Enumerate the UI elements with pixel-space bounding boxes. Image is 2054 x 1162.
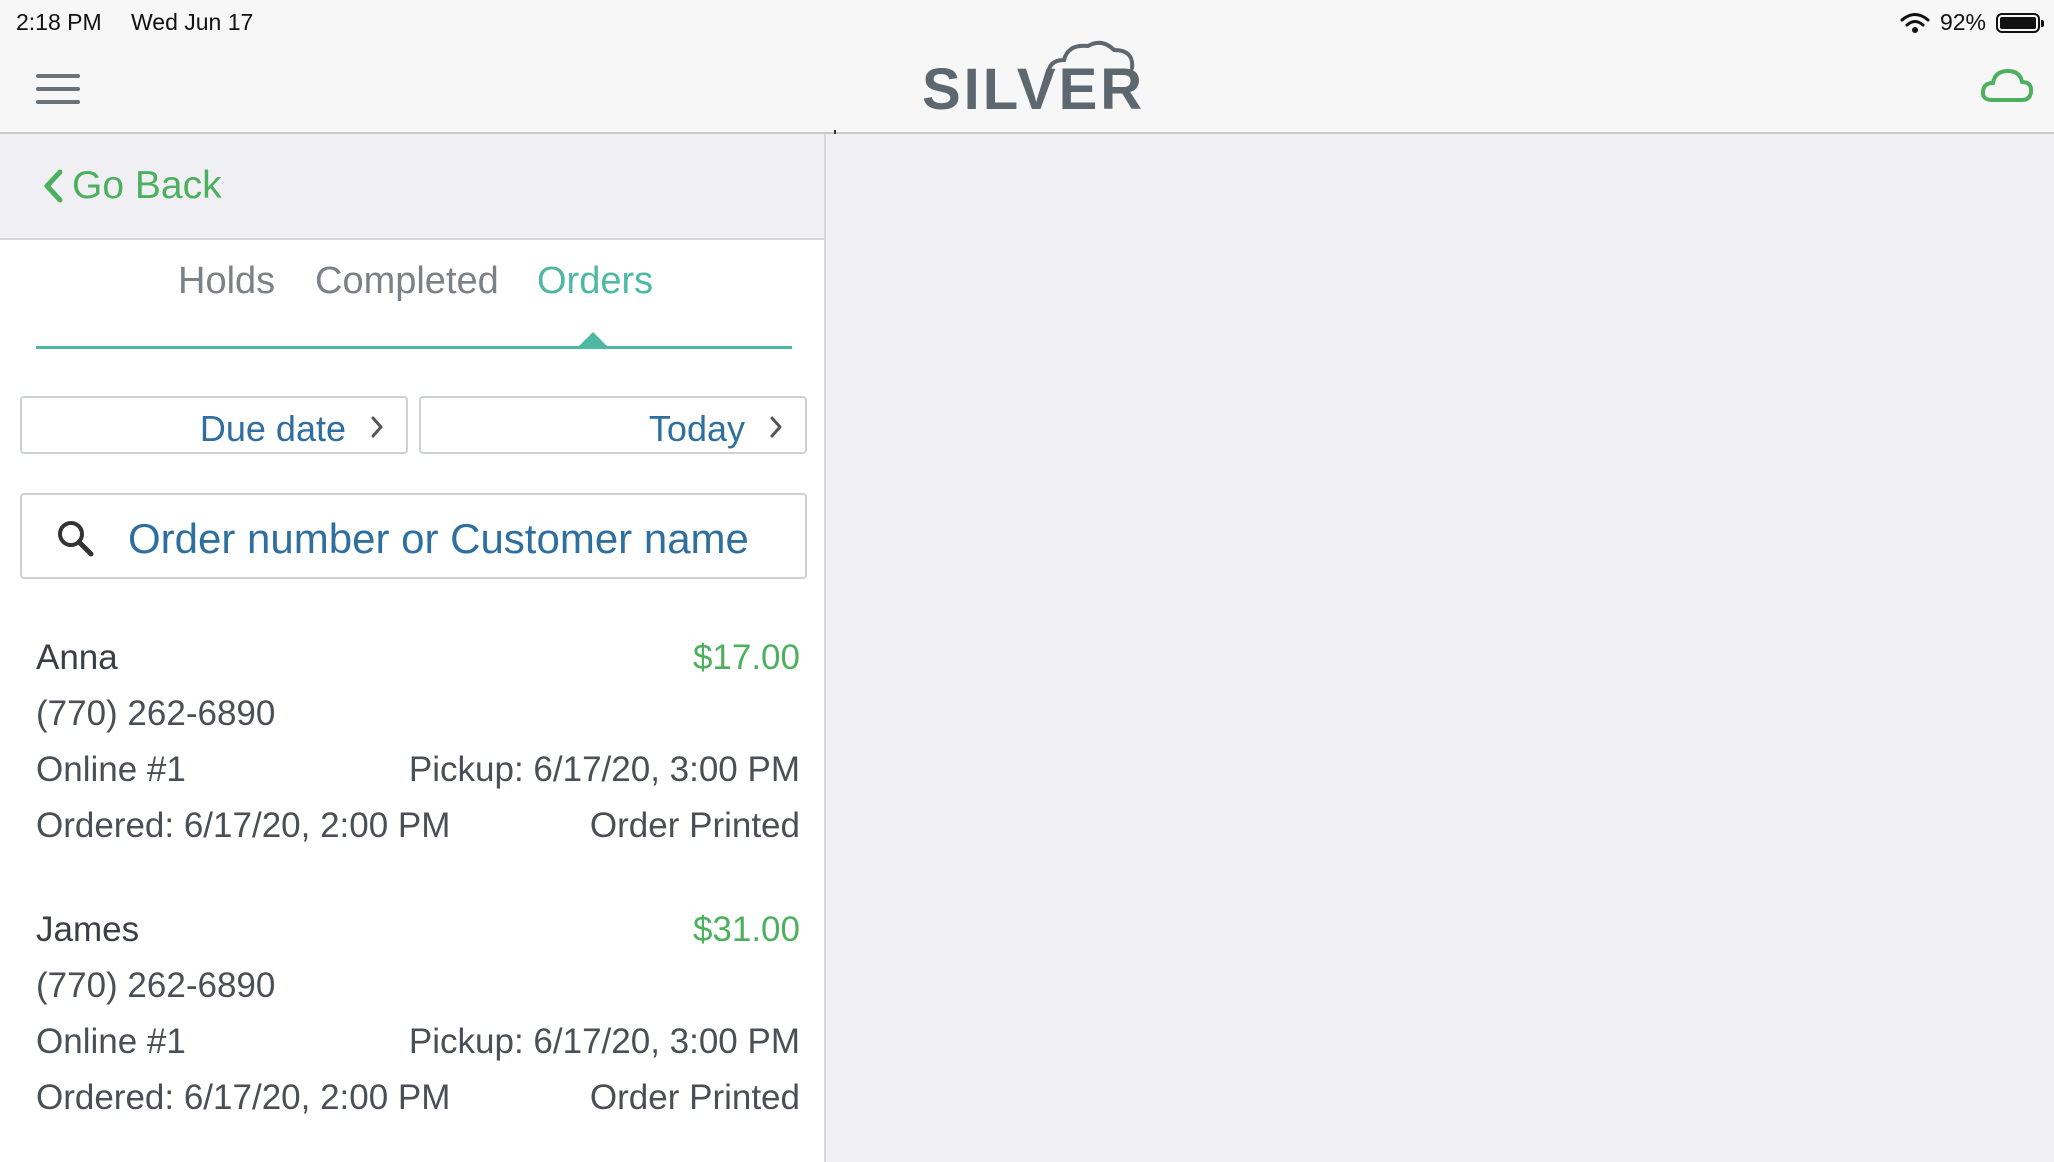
customer-name: Anna <box>36 638 118 677</box>
tab-bar: Holds Completed Orders <box>0 260 824 320</box>
battery-percent: 92% <box>1939 9 1986 35</box>
ordered-time: Ordered: 6/17/20, 2:00 PM <box>36 806 451 845</box>
ordered-time: Ordered: 6/17/20, 2:00 PM <box>36 1078 451 1117</box>
order-status: Order Printed <box>589 1078 800 1117</box>
hamburger-menu-icon[interactable] <box>36 72 82 106</box>
top-bar: 2:18 PM Wed Jun 17 92% SILVER <box>0 0 2054 134</box>
date-range-label: Today <box>648 408 745 449</box>
status-time: 2:18 PM <box>16 9 102 35</box>
tab-underline <box>36 346 792 349</box>
nav-bar: Go Back <box>0 134 824 240</box>
logo-text: SILVER <box>922 57 1146 122</box>
order-search-input[interactable]: Order number or Customer name <box>20 493 807 579</box>
wifi-icon <box>1900 12 1930 33</box>
battery-icon <box>1996 12 2044 33</box>
active-tab-indicator <box>578 332 608 347</box>
customer-phone: (770) 262-6890 <box>36 966 276 1005</box>
pickup-time: Pickup: 6/17/20, 3:00 PM <box>408 750 800 789</box>
search-icon <box>58 521 94 557</box>
pickup-time: Pickup: 6/17/20, 3:00 PM <box>408 1022 800 1061</box>
order-amount: $31.00 <box>692 910 800 949</box>
due-date-filter-button[interactable]: Due date <box>20 396 408 454</box>
cloud-sync-icon[interactable] <box>1980 66 2034 106</box>
status-date: Wed Jun 17 <box>131 9 254 35</box>
tab-orders[interactable]: Orders <box>537 260 653 303</box>
go-back-label: Go Back <box>72 164 222 207</box>
customer-name: James <box>36 910 140 949</box>
order-source: Online #1 <box>36 1022 186 1061</box>
order-list-item[interactable]: Anna $17.00 (770) 262-6890 Online #1 Pic… <box>36 638 800 858</box>
customer-phone: (770) 262-6890 <box>36 694 276 733</box>
go-back-button[interactable]: Go Back <box>42 164 222 208</box>
order-list-item[interactable]: James $31.00 (770) 262-6890 Online #1 Pi… <box>36 910 800 1130</box>
due-date-label: Due date <box>199 408 346 449</box>
date-range-filter-button[interactable]: Today <box>419 396 807 454</box>
chevron-right-icon <box>770 416 782 438</box>
app-screen: 2:18 PM Wed Jun 17 92% SILVER Go Back Ho… <box>0 0 2054 1162</box>
chevron-left-icon <box>44 169 63 203</box>
orders-panel: Go Back Holds Completed Orders Due date … <box>0 134 826 1162</box>
order-source: Online #1 <box>36 750 186 789</box>
order-amount: $17.00 <box>692 638 800 677</box>
status-indicators: 92% <box>1900 9 2044 36</box>
detail-panel <box>826 134 2054 1162</box>
silver-logo: SILVER <box>922 40 1142 122</box>
order-status: Order Printed <box>589 806 800 845</box>
chevron-right-icon <box>371 416 383 438</box>
tab-completed[interactable]: Completed <box>315 260 499 303</box>
tab-holds[interactable]: Holds <box>178 260 275 303</box>
search-placeholder: Order number or Customer name <box>128 515 749 562</box>
